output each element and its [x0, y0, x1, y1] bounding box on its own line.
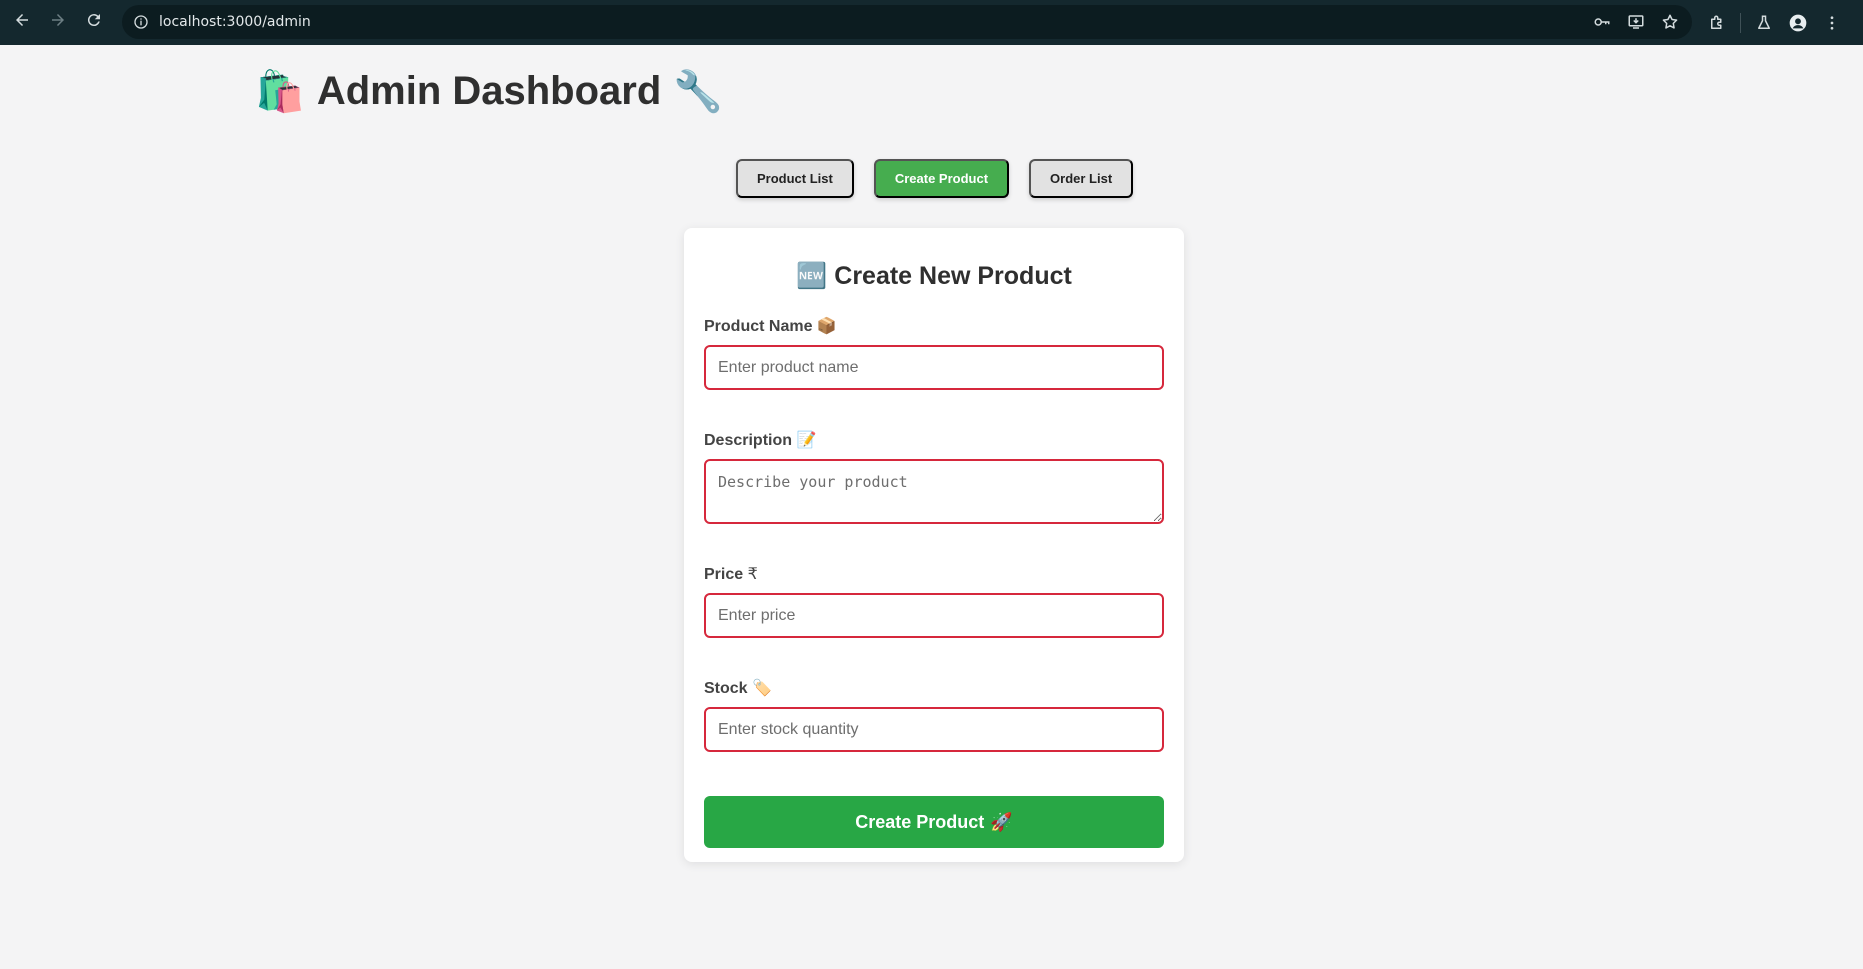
price-label: Price ₹	[704, 564, 1164, 584]
create-product-card: 🆕 Create New Product Product Name 📦 Desc…	[684, 228, 1184, 862]
toolbar-divider	[1740, 12, 1741, 33]
stock-input[interactable]	[704, 707, 1164, 752]
rupee-icon: ₹	[747, 564, 758, 583]
description-label-text: Description	[704, 432, 793, 449]
stock-label-text: Stock	[704, 680, 748, 697]
description-label: Description 📝	[704, 430, 1164, 450]
key-icon[interactable]	[1592, 12, 1612, 32]
admin-tabs: Product List Create Product Order List	[736, 159, 1134, 198]
tab-product-list[interactable]: Product List	[736, 159, 854, 198]
create-product-button-label: Create Product	[855, 811, 985, 832]
tab-order-list[interactable]: Order List	[1029, 159, 1134, 198]
install-app-icon[interactable]	[1626, 12, 1646, 32]
description-textarea[interactable]	[704, 459, 1164, 524]
back-button[interactable]	[4, 4, 40, 40]
toolbar-actions	[1700, 0, 1849, 45]
profile-icon[interactable]	[1781, 6, 1815, 40]
info-icon[interactable]	[132, 13, 150, 31]
label-tag-icon: 🏷️	[752, 678, 772, 697]
flask-icon[interactable]	[1747, 6, 1781, 40]
address-bar[interactable]: localhost:3000/admin	[122, 5, 1692, 39]
memo-icon: 📝	[796, 430, 817, 449]
price-label-text: Price	[704, 566, 744, 583]
forward-button[interactable]	[40, 4, 76, 40]
url-text[interactable]: localhost:3000/admin	[159, 14, 311, 30]
rocket-icon: 🚀	[990, 811, 1013, 833]
tab-create-product[interactable]: Create Product	[873, 159, 1010, 198]
page-title: 🛍️ Admin Dashboard 🔧	[255, 68, 723, 115]
page-title-text: Admin Dashboard	[316, 69, 662, 113]
create-product-button[interactable]: Create Product 🚀	[704, 796, 1164, 848]
browser-toolbar: localhost:3000/admin	[0, 0, 1863, 45]
form-title: 🆕 Create New Product	[704, 261, 1164, 291]
form-title-text: Create New Product	[834, 262, 1072, 290]
new-badge-icon: 🆕	[796, 261, 828, 290]
reload-icon	[85, 11, 103, 34]
package-icon: 📦	[816, 316, 837, 335]
stock-label: Stock 🏷️	[704, 678, 1164, 698]
arrow-right-icon	[49, 11, 67, 34]
arrow-left-icon	[13, 11, 31, 34]
kebab-menu-icon[interactable]	[1815, 6, 1849, 40]
price-input[interactable]	[704, 593, 1164, 638]
product-name-label-text: Product Name	[704, 318, 813, 335]
puzzle-icon[interactable]	[1700, 6, 1734, 40]
product-name-input[interactable]	[704, 345, 1164, 390]
product-name-label: Product Name 📦	[704, 316, 1164, 336]
shopping-bags-icon: 🛍️	[255, 69, 305, 115]
wrench-icon: 🔧	[673, 69, 724, 115]
star-icon[interactable]	[1660, 12, 1680, 32]
reload-button[interactable]	[76, 4, 112, 40]
